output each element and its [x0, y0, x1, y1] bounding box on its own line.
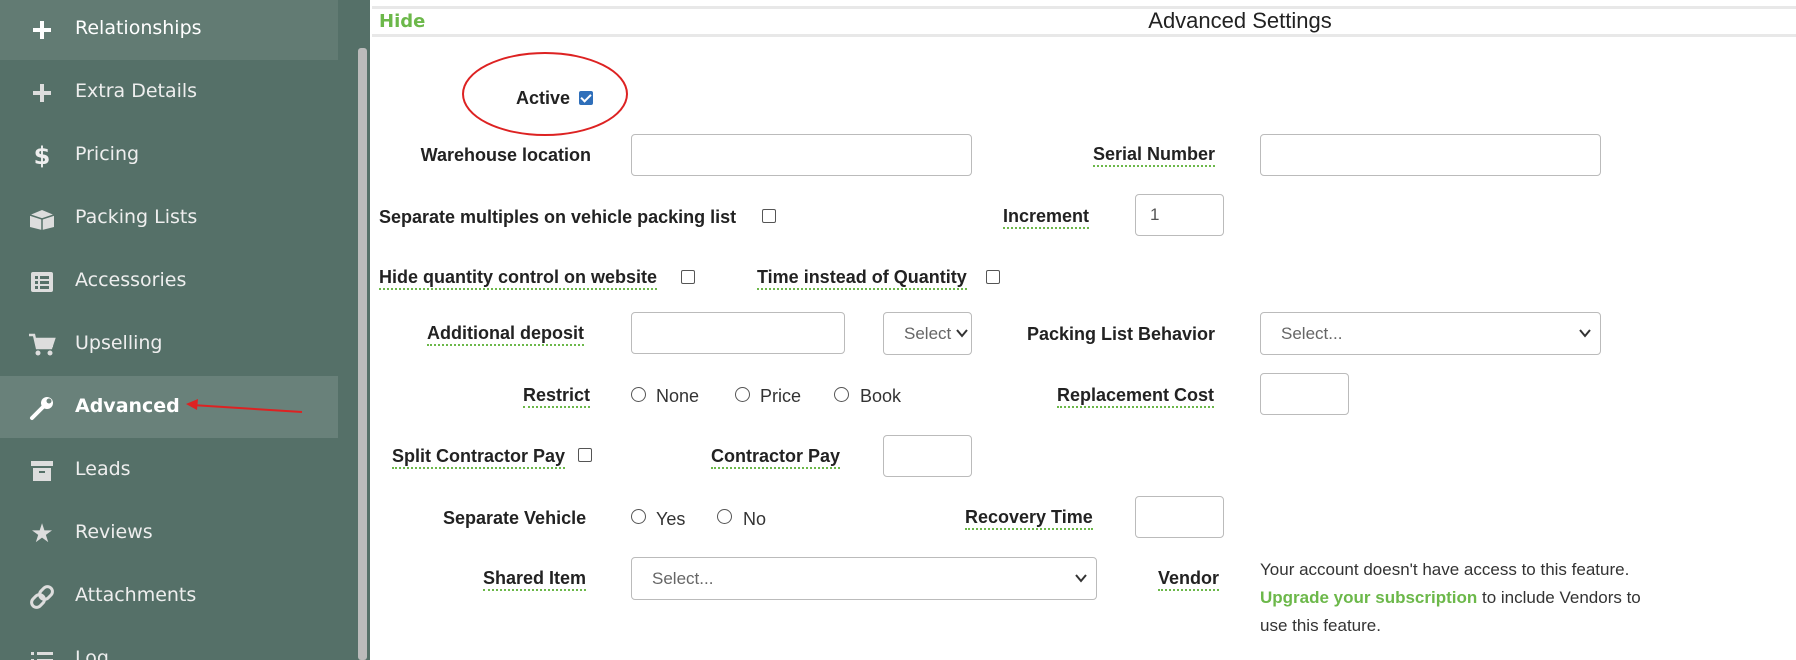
vendor-notice-line: Your account doesn't have access to this…: [1260, 560, 1630, 579]
vendor-notice-line: use this feature.: [1260, 616, 1381, 635]
deposit-type-value: Select: [904, 323, 952, 343]
sidebar-item-label: Leads: [75, 458, 131, 480]
separate-vehicle-label: Separate Vehicle: [443, 508, 587, 528]
warehouse-location-input[interactable]: [631, 134, 972, 176]
sidebar-scrollbar[interactable]: [358, 48, 367, 660]
active-label: Active: [516, 88, 571, 108]
annotation-arrow: [186, 399, 303, 413]
sidebar-item-pricing[interactable]: $ Pricing: [0, 124, 338, 186]
restrict-book-label: Book: [860, 386, 902, 406]
separate-vehicle-yes-radio[interactable]: [631, 509, 646, 524]
split-contractor-label: Split Contractor Pay: [392, 446, 566, 469]
chevron-down-icon: [1075, 574, 1087, 583]
replacement-cost-input[interactable]: [1260, 373, 1349, 415]
vendor-notice: Your account doesn't have access to this…: [1260, 556, 1760, 640]
link-icon: [28, 583, 56, 611]
star-icon: ★: [30, 519, 54, 549]
sidebar-item-upselling[interactable]: Upselling: [0, 313, 338, 375]
time-instead-checkbox[interactable]: [986, 270, 1000, 284]
active-checkbox[interactable]: [579, 91, 593, 105]
shared-item-select[interactable]: Select...: [631, 557, 1097, 600]
plus-icon: [28, 79, 56, 107]
chevron-down-icon: [1579, 329, 1591, 338]
list-icon: [28, 268, 56, 296]
time-instead-label: Time instead of Quantity: [757, 267, 967, 290]
restrict-book-radio[interactable]: [834, 387, 849, 402]
wrench-icon: [28, 394, 56, 422]
restrict-label: Restrict: [523, 385, 591, 408]
sidebar-item-packing-lists[interactable]: Packing Lists: [0, 187, 338, 249]
hide-quantity-checkbox[interactable]: [681, 270, 695, 284]
sidebar-item-label: Extra Details: [75, 80, 198, 102]
sidebar-item-label: Packing Lists: [75, 206, 198, 228]
sidebar-item-extra-details[interactable]: Extra Details: [0, 61, 338, 123]
restrict-price-radio[interactable]: [735, 387, 750, 402]
plus-icon: [28, 16, 56, 44]
warehouse-location-label: Warehouse location: [420, 145, 591, 165]
archive-icon: [28, 457, 56, 485]
dollar-icon: $: [33, 142, 51, 170]
advanced-settings-panel: Hide Advanced Settings Active Warehouse …: [370, 0, 1796, 660]
sidebar: Relationships Extra Details $ Pricing Pa…: [0, 0, 370, 660]
sidebar-item-leads[interactable]: Leads: [0, 439, 338, 501]
restrict-none-radio[interactable]: [631, 387, 646, 402]
sidebar-item-label: Pricing: [75, 143, 140, 165]
hide-quantity-label: Hide quantity control on website: [379, 267, 658, 290]
sidebar-item-attachments[interactable]: Attachments: [0, 565, 338, 627]
sidebar-item-log[interactable]: Log: [0, 628, 338, 660]
upgrade-subscription-link[interactable]: Upgrade your subscription: [1260, 588, 1477, 607]
sidebar-item-label: Advanced: [75, 395, 180, 417]
shared-item-label: Shared Item: [483, 568, 587, 591]
chevron-down-icon: [956, 329, 968, 338]
sidebar-item-relationships[interactable]: Relationships: [0, 0, 338, 60]
serial-number-label: Serial Number: [1093, 144, 1216, 167]
vendor-notice-text: to include Vendors to: [1477, 588, 1641, 607]
sidebar-item-accessories[interactable]: Accessories: [0, 250, 338, 312]
packing-list-behavior-value: Select...: [1281, 323, 1343, 343]
list-lines-icon: [28, 646, 56, 660]
header-divider: [372, 34, 1796, 37]
serial-number-input[interactable]: [1260, 134, 1601, 176]
deposit-type-select[interactable]: Select: [883, 312, 972, 355]
hide-link[interactable]: Hide: [379, 11, 425, 32]
shared-item-value: Select...: [652, 568, 714, 588]
additional-deposit-label: Additional deposit: [427, 323, 584, 346]
separate-multiples-checkbox[interactable]: [762, 209, 776, 223]
recovery-time-label: Recovery Time: [965, 507, 1093, 530]
separate-multiples-label: Separate multiples on vehicle packing li…: [379, 207, 737, 227]
box-icon: [28, 205, 56, 233]
vendor-notice-line: Upgrade your subscription to include Ven…: [1260, 584, 1760, 612]
separate-vehicle-no-radio[interactable]: [717, 509, 732, 524]
sidebar-item-label: Reviews: [75, 521, 153, 543]
sidebar-item-label: Attachments: [75, 584, 197, 606]
page-title: Advanced Settings: [1148, 8, 1332, 33]
packing-list-behavior-label: Packing List Behavior: [1027, 324, 1216, 344]
sidebar-item-label: Log: [75, 647, 109, 660]
app-window: Relationships Extra Details $ Pricing Pa…: [0, 0, 1796, 660]
sidebar-item-label: Upselling: [75, 332, 163, 354]
split-contractor-checkbox[interactable]: [578, 448, 592, 462]
replacement-cost-label: Replacement Cost: [1057, 385, 1215, 408]
contractor-pay-input[interactable]: [883, 435, 972, 477]
separate-vehicle-no-label: No: [743, 509, 767, 529]
increment-label: Increment: [1003, 206, 1090, 229]
sidebar-item-label: Accessories: [75, 269, 187, 291]
sidebar-item-label: Relationships: [75, 17, 202, 39]
restrict-none-label: None: [656, 386, 700, 406]
cart-icon: [28, 331, 56, 359]
separate-vehicle-yes-label: Yes: [656, 509, 686, 529]
contractor-pay-label: Contractor Pay: [711, 446, 841, 469]
additional-deposit-input[interactable]: [631, 312, 845, 354]
sidebar-item-reviews[interactable]: ★ Reviews: [0, 502, 338, 564]
vendor-label: Vendor: [1158, 568, 1220, 591]
packing-list-behavior-select[interactable]: Select...: [1260, 312, 1601, 355]
increment-input[interactable]: 1: [1135, 194, 1224, 236]
recovery-time-input[interactable]: [1135, 496, 1224, 538]
restrict-price-label: Price: [760, 386, 802, 406]
